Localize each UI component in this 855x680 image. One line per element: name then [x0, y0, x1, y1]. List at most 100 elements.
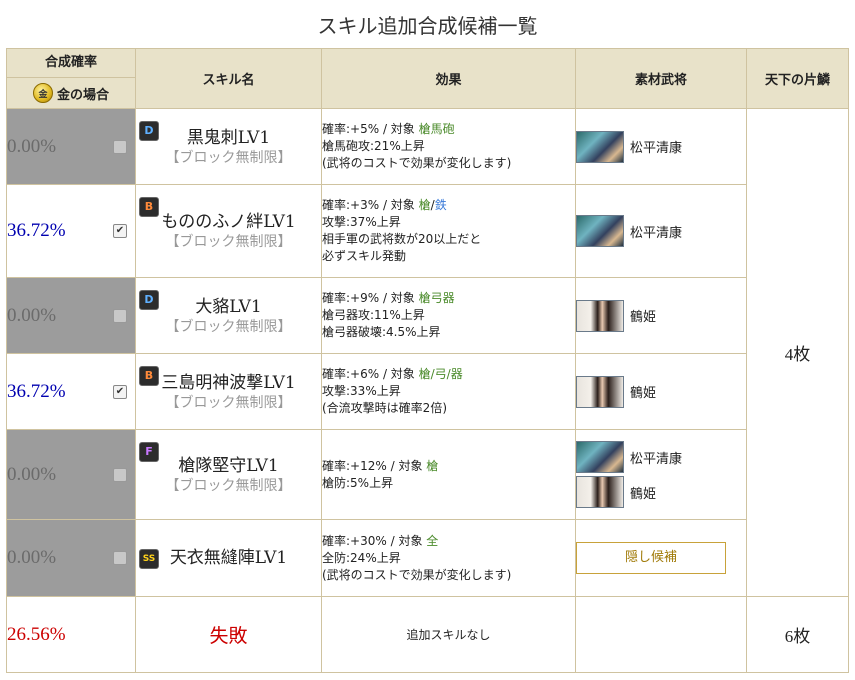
effect-line: 槍弓器攻:11%上昇 — [322, 308, 425, 322]
skill-block-note: 【ブロック無制限】 — [165, 149, 292, 166]
effect-line: 確率:+9% / 対象 — [322, 291, 419, 305]
material-cell: 鶴姫 — [575, 353, 747, 430]
skill-block-note: 【ブロック無制限】 — [165, 477, 292, 494]
rate-value: 0.00% — [7, 304, 57, 326]
candidate-checkbox[interactable] — [113, 551, 127, 565]
skill-cell: F 槍隊堅守LV1 【ブロック無制限】 — [135, 429, 322, 520]
rate-value: 0.00% — [7, 135, 57, 157]
effect-line: (武将のコストで効果が変化します) — [322, 156, 512, 170]
material-cell: 鶴姫 — [575, 277, 747, 354]
effect-target: 槍弓器 — [418, 291, 455, 305]
rate-value: 0.00% — [7, 547, 57, 568]
rate-cell: 0.00% — [6, 277, 136, 354]
general-name: 松平清康 — [630, 141, 683, 156]
rate-cell: 36.72% ✔ — [6, 353, 136, 430]
fail-scale-count: 6枚 — [746, 596, 849, 673]
effect-cell: 確率:+9% / 対象 槍弓器槍弓器攻:11%上昇槍弓器破壊:4.5%上昇 — [321, 277, 576, 354]
rank-badge-icon: D — [139, 121, 159, 141]
effect-line: 攻撃:33%上昇 — [322, 384, 401, 398]
skill-cell: B もののふノ絆LV1 【ブロック無制限】 — [135, 184, 322, 278]
skill-name: もののふノ絆LV1 — [161, 212, 296, 232]
general-name: 松平清康 — [630, 451, 683, 467]
effect-line: 全防:24%上昇 — [322, 550, 401, 565]
general-name: 鶴姫 — [630, 386, 657, 401]
general-portrait-image[interactable] — [576, 299, 624, 332]
skill-name: 槍隊堅守LV1 — [178, 455, 279, 476]
rate-cell: 0.00% — [6, 519, 136, 597]
effect-line: (武将のコストで効果が変化します) — [322, 567, 512, 582]
rate-value: 36.72% — [7, 380, 66, 402]
effect-target: 槍 — [418, 198, 431, 212]
effect-target: 槍 — [426, 458, 439, 473]
effect-line: 確率:+30% / 対象 — [322, 533, 427, 548]
rate-cell: 36.72% ✔ — [6, 184, 136, 278]
effect-line: 必ずスキル発動 — [322, 249, 407, 263]
fail-result: 失敗 — [135, 596, 322, 673]
rank-badge-icon: B — [139, 366, 159, 386]
rate-header-label: 合成確率 — [7, 49, 135, 78]
scale-count: 4枚 — [746, 108, 849, 597]
candidate-checkbox[interactable]: ✔ — [113, 384, 127, 399]
candidate-checkbox[interactable] — [113, 308, 127, 323]
material-cell: 松平清康 鶴姫 — [575, 429, 747, 520]
table-row: 0.00% D 大貉LV1 【ブロック無制限】 確率:+9% / 対象 槍弓器槍弓器… — [6, 277, 849, 354]
effect-cell: 確率:+3% / 対象 槍/鉄 攻撃:37%上昇 相手軍の武将数が20以上だと 必ずス… — [321, 184, 576, 278]
material-cell: 松平清康 — [575, 108, 747, 185]
scale-header: 天下の片鱗 — [746, 48, 849, 109]
table-row: 0.00% F 槍隊堅守LV1 【ブロック無制限】 確率:+12% / 対象 槍槍防… — [6, 429, 849, 520]
general-name: 鶴姫 — [630, 310, 657, 325]
fail-row: 26.56% 失敗 追加スキルなし 6枚 — [6, 596, 849, 673]
skill-block-note: 【ブロック無制限】 — [165, 318, 292, 335]
effect-target: 全 — [426, 533, 439, 548]
rate-value: 0.00% — [7, 463, 57, 485]
effect-cell: 確率:+6% / 対象 槍/弓/器攻撃:33%上昇 (合流攻撃時は確率2倍) — [321, 353, 576, 430]
material-header: 素材武将 — [575, 48, 747, 109]
general-name: 松平清康 — [630, 225, 683, 241]
effect-line: 槍馬砲攻:21%上昇 — [322, 139, 425, 153]
effect-line: 槍防:5%上昇 — [322, 475, 394, 490]
general-portrait-image[interactable] — [576, 375, 624, 408]
effect-header: 効果 — [321, 48, 576, 109]
effect-cell: 確率:+12% / 対象 槍槍防:5%上昇 — [321, 429, 576, 520]
effect-line: (合流攻撃時は確率2倍) — [322, 401, 447, 415]
material-cell: 松平清康 — [575, 184, 747, 278]
effect-line: 攻撃:37%上昇 — [322, 215, 401, 229]
general-portrait-image[interactable] — [576, 130, 624, 163]
skill-cell: B 三島明神波撃LV1 【ブロック無制限】 — [135, 353, 322, 430]
table-row: 0.00% SS 天衣無縫陣LV1 確率:+30% / 対象 全全防:24%上昇 (… — [6, 519, 849, 597]
effect-line: 相手軍の武将数が20以上だと — [322, 232, 482, 246]
table-row: 36.72% ✔ B 三島明神波撃LV1 【ブロック無制限】 確率:+6% / 対象 … — [6, 353, 849, 430]
skill-block-note: 【ブロック無制限】 — [165, 394, 292, 411]
table-row: 0.00% D 黒鬼刺LV1 【ブロック無制限】 確率:+5% / 対象 槍馬砲 槍馬… — [6, 108, 849, 597]
effect-line: 槍弓器破壊:4.5%上昇 — [322, 325, 441, 339]
effect-line: 確率:+5% / 対象 — [322, 122, 419, 136]
candidate-checkbox[interactable]: ✔ — [113, 224, 127, 238]
effect-target: 鉄 — [434, 198, 447, 212]
rank-badge-icon: SS — [139, 549, 159, 569]
hidden-candidate-button[interactable]: 隠し候補 — [576, 542, 726, 574]
rate-value: 36.72% — [7, 220, 66, 241]
gold-case-label: 金の場合 — [56, 87, 109, 103]
effect-cell: 確率:+30% / 対象 全全防:24%上昇 (武将のコストで効果が変化します) — [321, 519, 576, 597]
effect-line: 確率:+3% / 対象 — [322, 198, 419, 212]
rate-header: 合成確率 金金の場合 — [6, 48, 136, 109]
general-portrait-image[interactable] — [576, 215, 624, 247]
skill-candidate-table: 合成確率 金金の場合 スキル名 効果 素材武将 天下の片鱗 0.00% D 黒鬼刺… — [6, 48, 849, 673]
rank-badge-icon: B — [139, 197, 159, 217]
rate-cell: 0.00% — [6, 429, 136, 520]
fail-material-cell — [575, 596, 747, 673]
no-extra-skill: 追加スキルなし — [321, 596, 576, 673]
effect-line: 確率:+6% / 対象 — [322, 367, 419, 381]
candidate-checkbox[interactable] — [113, 467, 127, 482]
general-portrait-image[interactable] — [576, 441, 624, 473]
general-portrait-image[interactable] — [576, 476, 624, 508]
rank-badge-icon: D — [139, 290, 159, 310]
rank-badge-icon: F — [139, 442, 159, 462]
skill-cell: D 黒鬼刺LV1 【ブロック無制限】 — [135, 108, 322, 185]
skill-name: 大貉LV1 — [195, 296, 262, 317]
effect-target: 槍/弓/器 — [418, 367, 463, 381]
effect-line: 確率:+12% / 対象 — [322, 458, 427, 473]
candidate-checkbox[interactable] — [113, 139, 127, 154]
skill-cell: D 大貉LV1 【ブロック無制限】 — [135, 277, 322, 354]
skill-name: 三島明神波撃LV1 — [161, 372, 296, 393]
